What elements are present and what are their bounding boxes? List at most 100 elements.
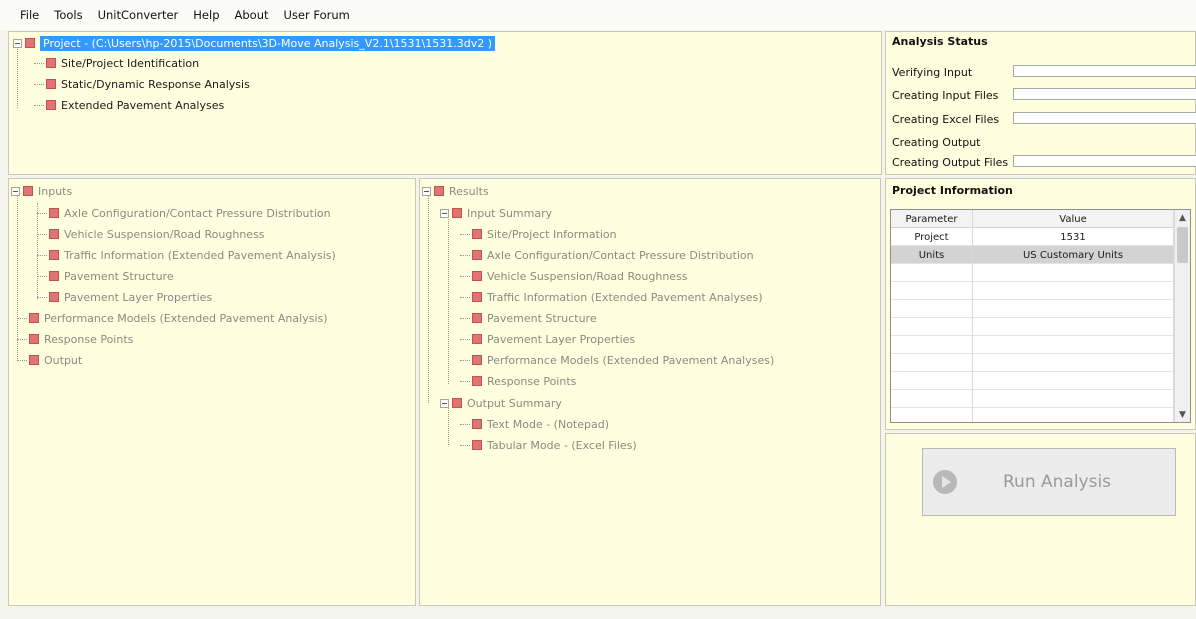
menu-bar: File Tools UnitConverter Help About User… [0,0,1196,30]
empty-table-row [891,264,1174,282]
empty-table-row [891,354,1174,372]
tree-node-label: Text Mode - (Notepad) [487,417,610,431]
table-row[interactable]: Units US Customary Units [891,246,1174,264]
tree-node-extended-analyses[interactable]: Extended Pavement Analyses [34,96,224,114]
status-label-verifying-input: Verifying Input [892,66,973,79]
menu-unitconverter[interactable]: UnitConverter [98,8,179,22]
tree-node-tabular-mode[interactable]: Tabular Mode - (Excel Files) [460,436,637,454]
menu-file[interactable]: File [20,8,39,22]
tree-node-label: Site/Project Identification [61,56,200,70]
tree-node-label: Pavement Layer Properties [64,290,213,304]
tree-node-pavement-layer-properties[interactable]: Pavement Layer Properties [37,288,212,306]
red-square-icon [29,313,39,323]
tree-node-site-project-information[interactable]: Site/Project Information [460,225,617,243]
red-square-icon [472,313,482,323]
tree-node-input-summary[interactable]: Input Summary [440,204,552,222]
scroll-up-icon[interactable]: ▲ [1175,210,1190,225]
tree-branch [460,233,470,235]
tree-connector [448,214,449,384]
tree-node-response-points-summary[interactable]: Response Points [460,372,576,390]
table-cell: Project [891,228,973,246]
scroll-thumb[interactable] [1177,227,1188,263]
red-square-icon [29,334,39,344]
menu-tools[interactable]: Tools [54,8,82,22]
tree-branch [460,338,470,340]
table-scrollbar[interactable]: ▲ ▼ [1174,210,1190,422]
tree-branch [37,212,47,214]
run-analysis-button[interactable]: Run Analysis [922,448,1176,516]
menu-about[interactable]: About [235,8,269,22]
run-analysis-label: Run Analysis [1003,472,1112,492]
tree-branch [460,380,470,382]
tree-node-label: Inputs [38,184,73,198]
red-square-icon [472,229,482,239]
menu-user-forum[interactable]: User Forum [284,8,350,22]
tree-branch [34,62,44,64]
tree-connector [17,46,18,108]
red-square-icon [472,355,482,365]
tree-node-label: Response Points [44,332,134,346]
tree-node-vehicle-suspension[interactable]: Vehicle Suspension/Road Roughness [37,225,265,243]
collapse-icon[interactable] [440,208,449,218]
tree-node-performance-models-summary[interactable]: Performance Models (Extended Pavement An… [460,351,774,369]
progress-bar-creating-excel-files [1013,112,1196,124]
tree-node-pavement-structure[interactable]: Pavement Structure [37,267,174,285]
tree-node-label: Traffic Information (Extended Pavement A… [64,248,336,262]
tree-node-output-summary[interactable]: Output Summary [440,394,562,412]
collapse-icon[interactable] [440,398,449,408]
column-header-parameter: Parameter [891,210,973,228]
project-information-panel: Project Information Parameter Value Proj… [885,178,1196,430]
collapse-icon[interactable] [11,186,20,196]
tree-node-label: Response Points [487,374,577,388]
collapse-icon[interactable] [422,186,431,196]
red-square-icon [452,398,462,408]
tree-node-label: Output [44,353,83,367]
tree-branch [460,275,470,277]
tree-node-output[interactable]: Output [17,351,82,369]
project-information-table[interactable]: Parameter Value Project 1531 Units US Cu… [890,209,1191,423]
tree-node-text-mode[interactable]: Text Mode - (Notepad) [460,415,609,433]
tree-node-label: Vehicle Suspension/Road Roughness [64,227,265,241]
empty-table-row [891,318,1174,336]
scroll-down-icon[interactable]: ▼ [1175,407,1190,422]
tree-node-label: Pavement Structure [487,311,597,325]
table-header: Parameter Value [891,210,1174,228]
tree-node-axle-configuration[interactable]: Axle Configuration/Contact Pressure Dist… [37,204,331,222]
run-analysis-panel: Run Analysis [885,433,1196,606]
tree-node-results[interactable]: Results [422,182,489,200]
collapse-icon[interactable] [13,38,22,48]
progress-bar-verifying-input [1013,65,1196,77]
red-square-icon [472,292,482,302]
red-square-icon [472,440,482,450]
tree-node-performance-models[interactable]: Performance Models (Extended Pavement An… [17,309,328,327]
tree-node-axle-configuration-summary[interactable]: Axle Configuration/Contact Pressure Dist… [460,246,754,264]
tree-node-response-analysis[interactable]: Static/Dynamic Response Analysis [34,75,250,93]
project-path-label: Project - (C:\Users\hp-2015\Documents\3D… [40,35,495,51]
tree-node-vehicle-suspension-summary[interactable]: Vehicle Suspension/Road Roughness [460,267,688,285]
tree-node-label: Traffic Information (Extended Pavement A… [487,290,763,304]
tree-branch [460,423,470,425]
empty-table-row [891,390,1174,408]
analysis-status-panel: Analysis Status Verifying Input Creating… [885,31,1196,175]
analysis-status-title: Analysis Status [892,35,988,48]
tree-branch [37,296,47,298]
menu-help[interactable]: Help [193,8,219,22]
tree-node-traffic-information-summary[interactable]: Traffic Information (Extended Pavement A… [460,288,763,306]
tree-branch [460,444,470,446]
tree-node-pavement-layer-properties-summary[interactable]: Pavement Layer Properties [460,330,635,348]
red-square-icon [49,271,59,281]
play-circle-icon [933,470,957,494]
tree-branch [37,254,47,256]
tree-node-response-points[interactable]: Response Points [17,330,133,348]
tree-node-site-identification[interactable]: Site/Project Identification [34,54,199,72]
tree-node-traffic-information[interactable]: Traffic Information (Extended Pavement A… [37,246,336,264]
red-square-icon [472,419,482,429]
red-square-icon [472,376,482,386]
tree-node-pavement-structure-summary[interactable]: Pavement Structure [460,309,597,327]
tree-node-project[interactable]: Project - (C:\Users\hp-2015\Documents\3D… [13,34,495,52]
red-square-icon [23,186,33,196]
table-row[interactable]: Project 1531 [891,228,1174,246]
tree-node-inputs[interactable]: Inputs [11,182,72,200]
empty-table-row [891,372,1174,390]
tree-connector [428,193,429,403]
